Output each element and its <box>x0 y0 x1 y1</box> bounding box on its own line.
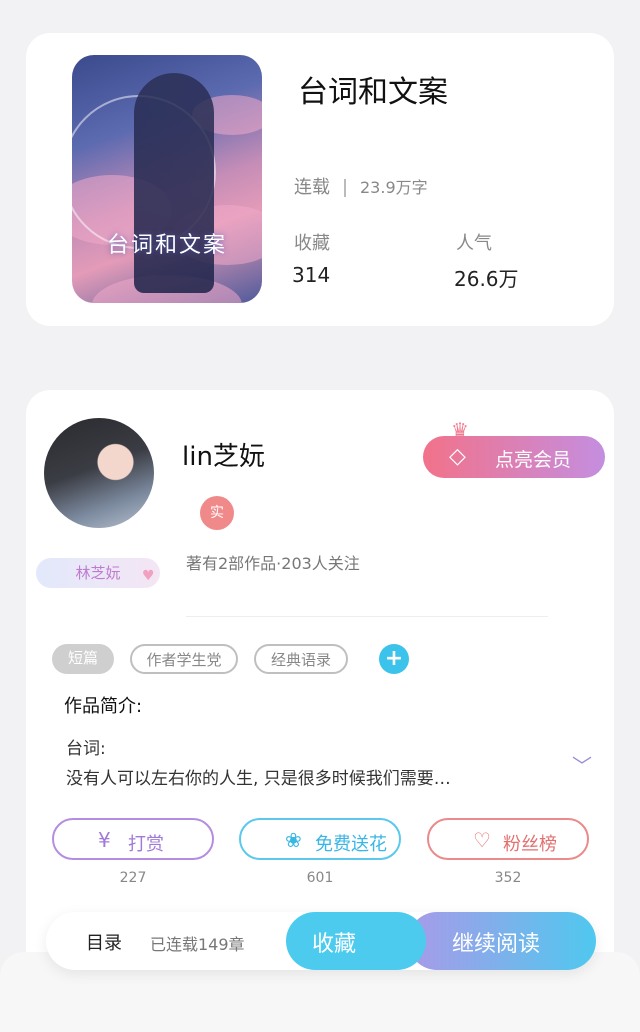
tag-student-author[interactable]: 作者学生党 <box>130 644 238 674</box>
book-cover-image[interactable]: 台词和文案 <box>72 55 262 303</box>
table-of-contents-link[interactable]: 目录 <box>86 929 122 955</box>
chapter-progress: 已连载149章 <box>150 935 245 954</box>
continue-reading-button[interactable]: 继续阅读 <box>408 912 596 970</box>
fan-user-icon: ♡ <box>473 828 491 852</box>
fan-rank-label: 粉丝榜 <box>503 834 557 855</box>
book-status-row: 连载 23.9万字 <box>294 173 428 199</box>
collect-button[interactable]: 收藏 <box>286 912 426 970</box>
serial-status: 连载 <box>294 177 330 198</box>
reward-label: 打赏 <box>128 834 164 855</box>
continue-reading-label: 继续阅读 <box>452 932 541 957</box>
girl-illustration <box>134 73 214 293</box>
heart-icon: ♥ <box>142 568 155 584</box>
popularity-value: 26.6万 <box>454 267 519 291</box>
fan-rank-button[interactable]: ♡ 粉丝榜 <box>427 818 589 860</box>
collect-button-label: 收藏 <box>312 932 357 957</box>
author-name[interactable]: lin芝妧 <box>182 436 265 473</box>
diamond-icon: ◇ <box>449 444 466 469</box>
intro-line-1: 台词: <box>66 739 106 759</box>
vip-membership-button[interactable]: ◇ 点亮会员 <box>423 436 605 478</box>
flower-count: 601 <box>306 870 334 886</box>
collect-count-value: 314 <box>292 263 331 287</box>
book-title: 台词和文案 <box>298 75 448 110</box>
reward-count: 227 <box>119 870 147 886</box>
book-info-card: 台词和文案 台词和文案 连载 23.9万字 收藏 314 人气 26.6万 <box>26 33 614 326</box>
intro-text[interactable]: 台词: 没有人可以左右你的人生, 只是很多时候我们需要… <box>66 734 546 794</box>
free-flower-label: 免费送花 <box>315 834 387 855</box>
bottom-action-bar: 目录 已连载149章 继续阅读 收藏 <box>46 912 596 970</box>
intro-heading: 作品简介: <box>64 696 143 717</box>
chevron-down-icon[interactable]: ﹀ <box>572 750 592 779</box>
cover-title: 台词和文案 <box>106 233 227 258</box>
free-flower-button[interactable]: ❀ 免费送花 <box>239 818 401 860</box>
collect-count-label: 收藏 <box>294 233 330 254</box>
flower-icon: ❀ <box>285 828 302 852</box>
intro-line-2: 没有人可以左右你的人生, 只是很多时候我们需要… <box>66 769 451 789</box>
author-avatar[interactable] <box>44 418 154 528</box>
popularity-label: 人气 <box>456 233 492 254</box>
vip-button-label: 点亮会员 <box>495 449 572 471</box>
reward-button[interactable]: ¥ 打赏 <box>52 818 214 860</box>
tag-classic-quotes[interactable]: 经典语录 <box>254 644 348 674</box>
plus-icon: + <box>384 646 404 671</box>
author-meta: 著有2部作品·203人关注 <box>186 554 360 573</box>
section-divider <box>186 616 548 617</box>
verified-badge: 实 <box>200 496 234 530</box>
word-count: 23.9万字 <box>360 178 428 197</box>
tag-short-story[interactable]: 短篇 <box>52 644 114 674</box>
add-tag-button[interactable]: + <box>379 644 409 674</box>
yen-coin-icon: ¥ <box>98 828 111 852</box>
status-divider <box>344 179 346 197</box>
fan-count: 352 <box>494 870 522 886</box>
